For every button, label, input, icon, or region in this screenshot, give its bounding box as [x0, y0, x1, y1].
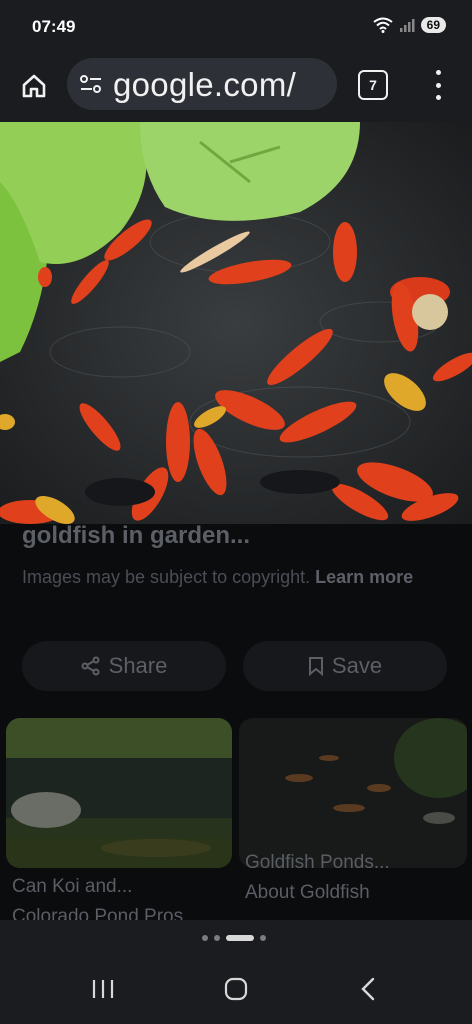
home-nav-icon[interactable]	[223, 976, 249, 1002]
signal-icon	[399, 19, 415, 32]
bookmark-icon	[308, 657, 323, 676]
url-text[interactable]: google.com/	[113, 66, 296, 104]
status-bar: 07:49 69	[0, 0, 472, 56]
back-icon[interactable]	[358, 976, 378, 1002]
copyright-text: Images may be subject to copyright.	[22, 567, 311, 587]
related-caption-2[interactable]: Goldfish Ponds...	[245, 852, 390, 874]
copyright-notice: Images may be subject to copyright. Lear…	[22, 562, 452, 592]
page-dot	[202, 935, 208, 941]
browser-toolbar: google.com/ 7	[0, 56, 472, 122]
wifi-icon	[373, 17, 393, 33]
status-time: 07:49	[32, 17, 76, 36]
page-dot-active	[226, 935, 254, 941]
home-icon	[22, 74, 46, 98]
learn-more-link[interactable]: Learn more	[315, 567, 413, 587]
save-label: Save	[331, 653, 383, 678]
share-label: Share	[108, 653, 168, 678]
battery-icon: 69	[420, 17, 446, 33]
recent-apps-icon[interactable]	[91, 976, 115, 1002]
more-vert-icon[interactable]	[428, 70, 448, 100]
goldfish-pond-thumbnail-image	[239, 718, 467, 868]
koi-pond-image	[0, 122, 472, 524]
related-caption-1[interactable]: Can Koi and...	[12, 876, 132, 898]
share-button[interactable]: Share	[22, 641, 226, 691]
status-icons: 69	[373, 17, 446, 33]
tune-icon[interactable]	[79, 74, 103, 94]
omnibox[interactable]: google.com/	[67, 58, 337, 110]
page-dot	[214, 935, 220, 941]
related-image-1[interactable]	[6, 718, 232, 868]
page-indicator	[202, 935, 266, 941]
page-dot	[260, 935, 266, 941]
related-image-2[interactable]	[239, 718, 467, 868]
system-navigation-bar	[0, 956, 472, 1024]
save-button[interactable]: Save	[243, 641, 447, 691]
result-title[interactable]: goldfish in garden...	[22, 522, 250, 550]
share-icon	[81, 656, 100, 676]
tab-switcher-button[interactable]: 7	[358, 70, 388, 100]
related-source-2: About Goldfish	[245, 882, 370, 903]
result-image[interactable]	[0, 122, 472, 524]
page-indicator-bar	[0, 920, 472, 956]
pond-thumbnail-image	[6, 718, 232, 868]
home-button[interactable]	[18, 70, 50, 102]
